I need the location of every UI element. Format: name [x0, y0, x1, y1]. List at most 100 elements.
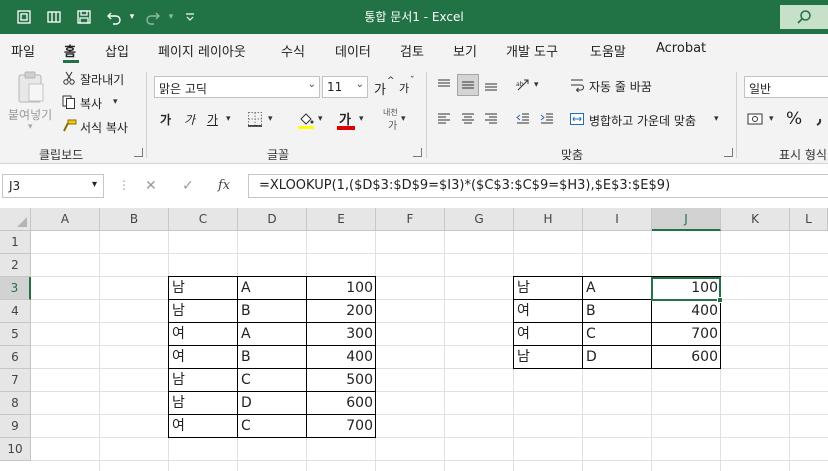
clipboard-group-label: 클립보드 — [39, 148, 84, 162]
tab-home[interactable]: 홈 — [64, 41, 76, 60]
column-header[interactable]: E — [307, 208, 376, 231]
comma-style-icon[interactable] — [812, 110, 828, 128]
format-painter-icon[interactable] — [61, 118, 77, 134]
bold-button[interactable]: 가 — [160, 111, 171, 128]
increase-indent-icon[interactable] — [538, 110, 556, 128]
tab-view[interactable]: 보기 — [453, 41, 477, 60]
underline-dropdown-icon[interactable]: ▾ — [226, 114, 231, 124]
column-header[interactable]: J — [652, 208, 721, 231]
row-header[interactable]: 7 — [0, 369, 31, 392]
copy-icon[interactable] — [61, 94, 77, 110]
cancel-icon[interactable]: ✕ — [145, 178, 157, 194]
fill-color-icon[interactable] — [296, 110, 316, 130]
tab-help[interactable]: 도움말 — [590, 41, 626, 60]
tab-review[interactable]: 검토 — [400, 41, 424, 60]
tab-page-layout[interactable]: 페이지 레이아웃 — [158, 41, 246, 60]
orientation-dropdown-icon[interactable]: ▾ — [534, 80, 539, 90]
formula-input[interactable]: =XLOOKUP(1,($D$3:$D$9=$I3)*($C$3:$C$9=$H… — [248, 174, 828, 198]
column-header[interactable]: K — [721, 208, 790, 231]
gridline-horizontal — [31, 460, 828, 461]
tab-developer[interactable]: 개발 도구 — [506, 41, 558, 60]
row-header[interactable]: 4 — [0, 300, 31, 323]
decrease-indent-icon[interactable] — [514, 110, 532, 128]
gridline-horizontal — [31, 391, 828, 392]
column-header[interactable]: C — [169, 208, 238, 231]
row-header[interactable]: 9 — [0, 415, 31, 438]
ribbon-tabs: 파일 홈 삽입 페이지 레이아웃 수식 데이터 검토 보기 개발 도구 도움말 … — [0, 34, 828, 64]
orientation-icon[interactable]: ab — [514, 76, 532, 94]
row-header[interactable]: 10 — [0, 438, 31, 461]
column-header[interactable]: H — [514, 208, 583, 231]
enter-icon[interactable]: ✓ — [182, 178, 194, 194]
column-header[interactable]: I — [583, 208, 652, 231]
clipboard-launcher-icon[interactable] — [134, 148, 143, 157]
tab-acrobat[interactable]: Acrobat — [656, 41, 706, 56]
merge-center-icon[interactable] — [568, 110, 586, 128]
underline-button[interactable]: 가 — [207, 111, 218, 128]
paste-icon[interactable] — [14, 70, 48, 104]
paste-button[interactable]: 붙여넣기 — [8, 106, 52, 123]
grow-font-button[interactable]: 가 — [374, 79, 386, 98]
active-tab-indicator — [63, 60, 79, 63]
cut-button[interactable]: 잘라내기 — [80, 71, 124, 88]
copy-dropdown-icon[interactable]: ▾ — [113, 97, 118, 107]
shrink-font-button[interactable]: 가 — [399, 80, 409, 96]
alignment-group-label: 맞춤 — [561, 148, 584, 162]
search-button[interactable] — [780, 5, 828, 29]
chevron-down-icon: ⌄ — [307, 79, 316, 90]
row-header[interactable]: 8 — [0, 392, 31, 415]
align-bottom-icon[interactable] — [482, 76, 500, 94]
italic-button[interactable]: 가 — [184, 111, 195, 128]
align-right-icon[interactable] — [482, 110, 500, 128]
merge-dropdown-icon[interactable]: ▾ — [714, 114, 719, 124]
column-header[interactable]: A — [31, 208, 100, 231]
column-header[interactable]: F — [376, 208, 445, 231]
paste-dropdown-icon[interactable]: ▾ — [28, 122, 33, 132]
format-painter-button[interactable]: 서식 복사 — [80, 119, 128, 136]
font-launcher-icon[interactable] — [413, 148, 422, 157]
cut-icon[interactable] — [61, 70, 77, 86]
tab-file[interactable]: 파일 — [11, 41, 35, 60]
window-title: 통합 문서1 - Excel — [364, 10, 464, 24]
align-left-icon[interactable] — [435, 110, 453, 128]
tab-formulas[interactable]: 수식 — [281, 41, 305, 60]
shrink-font-arrow-icon: ˇ — [410, 76, 415, 86]
fill-handle[interactable] — [717, 297, 723, 303]
column-header[interactable]: B — [100, 208, 169, 231]
font-size-select[interactable]: 11 ⌄ — [322, 76, 368, 98]
borders-dropdown-icon[interactable]: ▾ — [268, 114, 273, 124]
lookup-table-border-line — [514, 322, 721, 323]
row-header[interactable]: 6 — [0, 346, 31, 369]
tab-data[interactable]: 데이터 — [335, 41, 371, 60]
align-center-icon[interactable] — [459, 110, 477, 128]
align-top-icon[interactable] — [435, 76, 453, 94]
number-format-select[interactable]: 일반 — [744, 76, 828, 98]
worksheet-grid[interactable]: A B C D E F G H I J K L 1 2 3 4 5 6 7 8 9 10 남 A 100 남 B 200 여 A 300 여 B… — [0, 208, 828, 471]
copy-button[interactable]: 복사 — [80, 95, 102, 112]
formula-bar-resize-icon[interactable]: ⋮ — [118, 178, 130, 192]
borders-icon[interactable] — [246, 110, 264, 128]
row-header[interactable]: 3 — [0, 277, 31, 300]
merge-center-button[interactable]: 병합하고 가운데 맞춤 — [589, 112, 696, 129]
accounting-format-icon[interactable] — [746, 110, 766, 128]
tab-insert[interactable]: 삽입 — [105, 41, 129, 60]
column-header[interactable]: L — [790, 208, 828, 231]
wrap-text-icon[interactable] — [568, 76, 586, 94]
align-middle-icon[interactable] — [457, 74, 479, 96]
select-all-button[interactable] — [0, 208, 31, 231]
insert-function-icon[interactable]: fx — [218, 178, 230, 193]
name-box[interactable]: J3 ▾ — [2, 174, 104, 198]
percent-style-button[interactable]: % — [786, 109, 802, 129]
wrap-text-button[interactable]: 자동 줄 바꿈 — [589, 78, 652, 95]
accounting-dropdown-icon[interactable]: ▾ — [769, 114, 774, 124]
alignment-launcher-icon[interactable] — [724, 148, 733, 157]
row-header[interactable]: 5 — [0, 323, 31, 346]
row-header[interactable]: 1 — [0, 231, 31, 254]
column-header[interactable]: G — [445, 208, 514, 231]
row-header[interactable]: 2 — [0, 254, 31, 277]
column-header[interactable]: D — [238, 208, 307, 231]
phonetic-dropdown-icon[interactable]: ▾ — [401, 114, 406, 124]
fill-color-dropdown-icon[interactable]: ▾ — [318, 114, 323, 124]
font-color-dropdown-icon[interactable]: ▾ — [359, 114, 364, 124]
font-family-select[interactable]: 맑은 고딕 ⌄ — [154, 76, 320, 98]
